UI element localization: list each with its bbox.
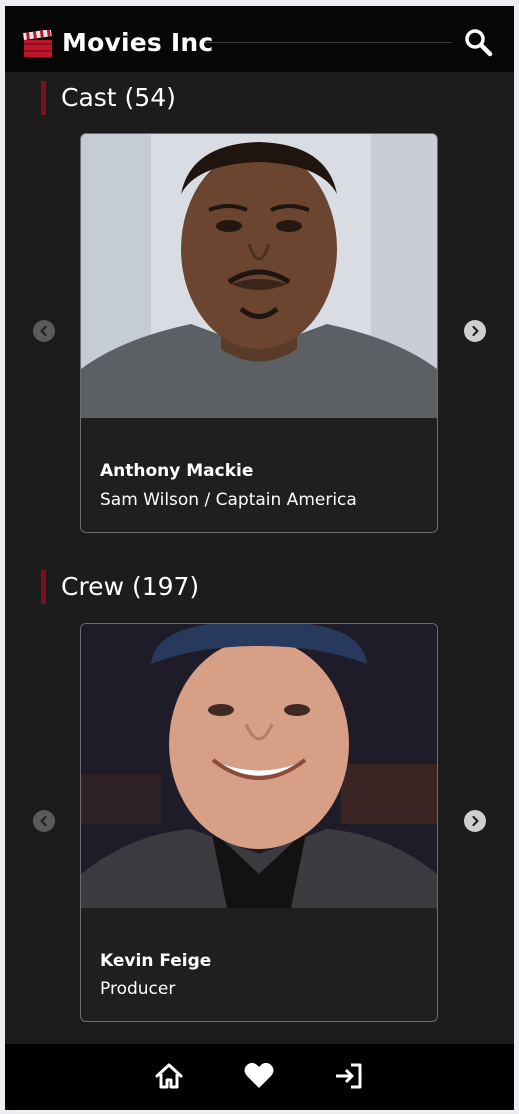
bottom-navigation bbox=[5, 1044, 514, 1110]
crew-member-name: Kevin Feige bbox=[100, 951, 212, 971]
chevron-right-icon bbox=[472, 325, 479, 337]
crew-section-title: Crew (197) bbox=[41, 570, 199, 604]
header-divider bbox=[200, 42, 452, 43]
sign-in-icon[interactable] bbox=[333, 1060, 365, 1092]
cast-member-photo bbox=[81, 134, 437, 418]
crew-member-photo bbox=[81, 624, 437, 908]
cast-prev-button[interactable] bbox=[33, 320, 55, 342]
crew-card[interactable]: Kevin Feige Producer bbox=[80, 623, 438, 1022]
crew-next-button[interactable] bbox=[464, 810, 486, 832]
cast-member-role: Sam Wilson / Captain America bbox=[100, 490, 357, 510]
cast-next-button[interactable] bbox=[464, 320, 486, 342]
clapperboard-icon bbox=[23, 30, 52, 57]
crew-member-role: Producer bbox=[100, 979, 176, 999]
app-container: Movies Inc Cast (54) Anthony Mackie Sam … bbox=[5, 6, 514, 1110]
search-icon[interactable] bbox=[463, 27, 493, 57]
cast-member-name: Anthony Mackie bbox=[100, 461, 254, 481]
home-icon[interactable] bbox=[153, 1060, 185, 1092]
cast-card[interactable]: Anthony Mackie Sam Wilson / Captain Amer… bbox=[80, 133, 438, 533]
top-bar: Movies Inc bbox=[5, 6, 514, 72]
heart-icon[interactable] bbox=[243, 1060, 275, 1092]
chevron-left-icon bbox=[40, 815, 47, 827]
crew-prev-button[interactable] bbox=[33, 810, 55, 832]
app-title[interactable]: Movies Inc bbox=[62, 28, 213, 57]
chevron-right-icon bbox=[472, 815, 479, 827]
chevron-left-icon bbox=[40, 325, 47, 337]
cast-section-title: Cast (54) bbox=[41, 81, 176, 115]
